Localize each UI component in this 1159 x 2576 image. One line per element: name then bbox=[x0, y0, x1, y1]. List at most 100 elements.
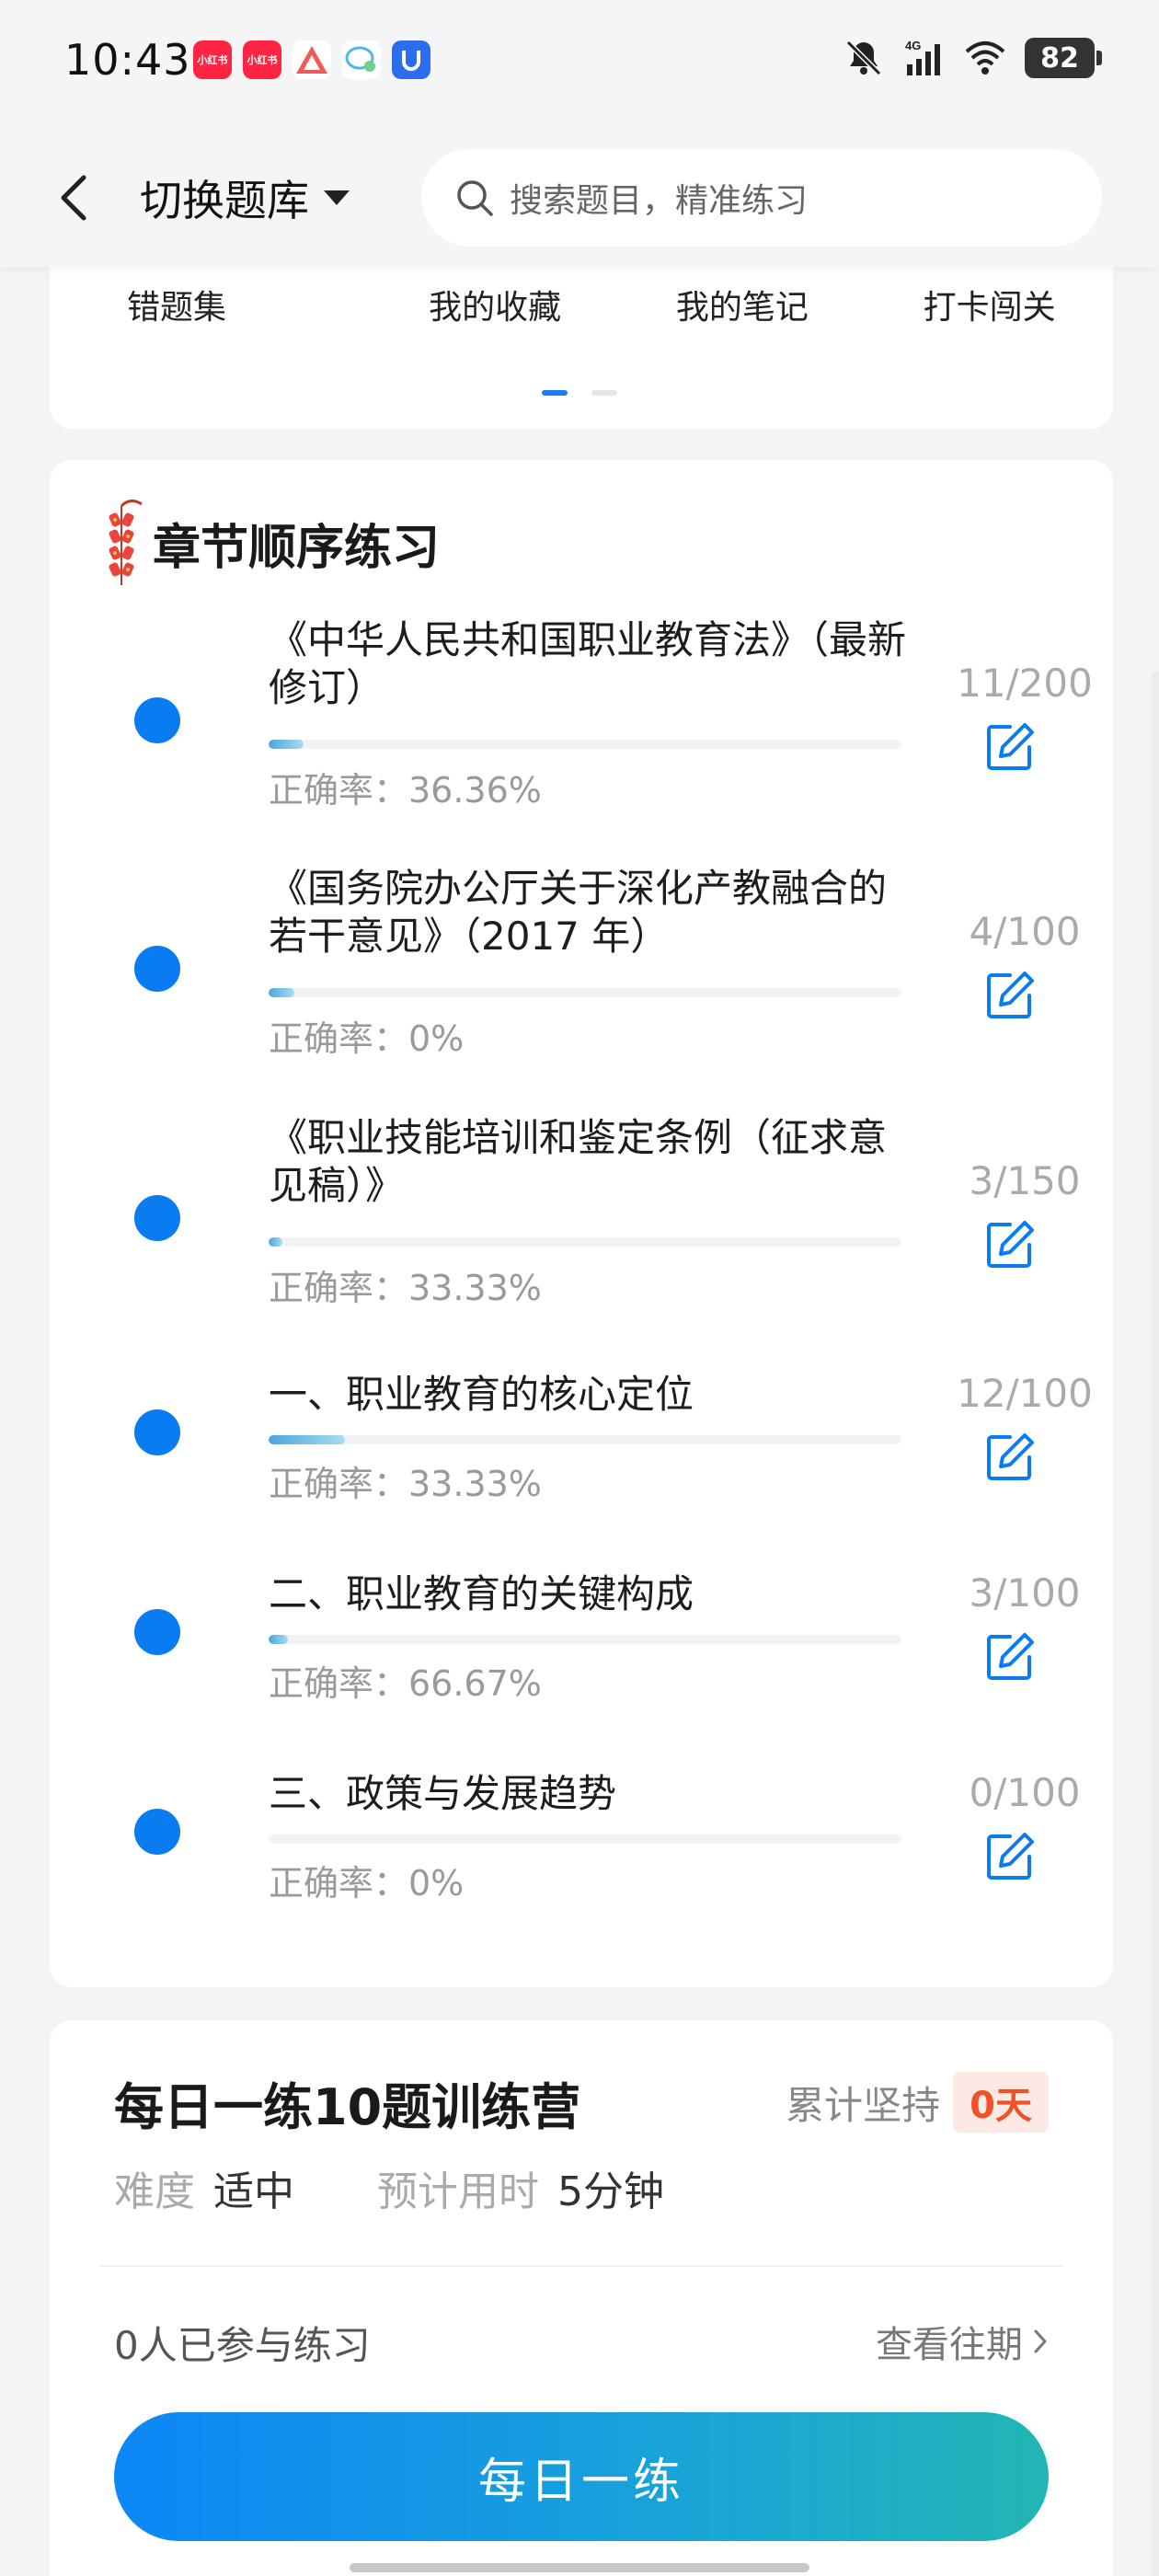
battery-indicator: 82 bbox=[1025, 38, 1102, 78]
progress-fill bbox=[269, 740, 304, 749]
shortcut-row: 错题集 我的收藏 我的笔记 打卡闯关 bbox=[50, 281, 1113, 328]
edit-icon[interactable] bbox=[982, 1430, 1038, 1485]
chapter-item[interactable]: 《中华人民共和国职业教育法》（最新修订） 正确率：36.36% 11/200 bbox=[50, 616, 1113, 828]
page-indicator bbox=[542, 390, 617, 396]
chapter-bullet bbox=[134, 1809, 180, 1855]
firecracker-icon bbox=[109, 500, 143, 585]
chapter-item[interactable]: 二、职业教育的关键构成 正确率：66.67% 3/100 bbox=[50, 1570, 1113, 1727]
top-nav-bar: 切换题库 搜索题目，精准练习 bbox=[0, 129, 1159, 267]
chapter-title: 一、职业教育的核心定位 bbox=[269, 1372, 694, 1417]
time-value: 5分钟 bbox=[557, 2168, 664, 2215]
chapter-item[interactable]: 三、政策与发展趋势 正确率：0% 0/100 bbox=[50, 1770, 1113, 1926]
chapter-bullet bbox=[134, 946, 180, 992]
system-indicators: 4G 82 bbox=[843, 37, 1102, 79]
participants-count: 0人已参与练习 bbox=[114, 2323, 371, 2368]
daily-meta: 难度 适中 预计用时 5分钟 bbox=[114, 2158, 747, 2217]
chapter-bullet bbox=[134, 697, 180, 743]
switch-bank-dropdown[interactable]: 切换题库 bbox=[140, 166, 351, 230]
status-bar: 10:43 小红书 小红书 4G 82 bbox=[0, 0, 1159, 129]
page-dot-active bbox=[542, 390, 568, 396]
bell-mute-icon bbox=[845, 40, 882, 76]
scrollbar[interactable] bbox=[1152, 672, 1159, 2576]
progress-fill bbox=[269, 1635, 288, 1644]
chapter-title: 《中华人民共和国职业教育法》（最新修订） bbox=[269, 617, 907, 710]
section-header: 章节顺序练习 bbox=[103, 497, 440, 589]
shortcut-checkin[interactable]: 打卡闯关 bbox=[866, 281, 1113, 328]
section-title: 章节顺序练习 bbox=[153, 520, 441, 576]
time-label: 预计用时 bbox=[377, 2168, 539, 2215]
xiaohongshu-app-icon: 小红书 bbox=[193, 40, 232, 79]
progress-count: 11/200 bbox=[957, 661, 1093, 706]
chapter-item[interactable]: 《职业技能培训和鉴定条例（征求意见稿）》 正确率：33.33% 3/150 bbox=[50, 1114, 1113, 1326]
progress-bar bbox=[269, 1635, 901, 1644]
search-placeholder: 搜索题目，精准练习 bbox=[510, 182, 809, 220]
progress-bar bbox=[269, 988, 901, 997]
chapter-bullet bbox=[134, 1409, 180, 1455]
difficulty-label: 难度 bbox=[114, 2168, 195, 2215]
chapter-title: 《国务院办公厅关于深化产教融合的若干意见》（2017 年） bbox=[269, 866, 888, 959]
shortcut-notes[interactable]: 我的笔记 bbox=[619, 281, 866, 328]
svg-text:4G: 4G bbox=[905, 39, 921, 52]
progress-bar bbox=[269, 740, 901, 749]
progress-count: 4/100 bbox=[969, 909, 1081, 954]
view-history-label: 查看往期 bbox=[876, 2324, 1023, 2366]
switch-bank-label: 切换题库 bbox=[140, 176, 309, 225]
chapter-practice-card: 章节顺序练习 《中华人民共和国职业教育法》（最新修订） 正确率：36.36% 1… bbox=[50, 460, 1113, 1987]
accuracy-text: 正确率：36.36% bbox=[269, 770, 542, 811]
daily-title: 每日一练10题训练营 bbox=[114, 2078, 581, 2136]
progress-bar bbox=[269, 1834, 901, 1844]
chapter-title: 《职业技能培训和鉴定条例（征求意见稿）》 bbox=[269, 1115, 888, 1208]
edit-icon[interactable] bbox=[982, 1629, 1038, 1685]
chapter-item[interactable]: 《国务院办公厅关于深化产教融合的若干意见》（2017 年） 正确率：0% 4/1… bbox=[50, 865, 1113, 1076]
search-icon bbox=[457, 180, 493, 216]
streak-badge: 0天 bbox=[953, 2072, 1049, 2133]
divider bbox=[99, 2265, 1063, 2267]
accuracy-text: 正确率：0% bbox=[269, 1863, 465, 1903]
daily-practice-button[interactable]: 每日一练 bbox=[114, 2412, 1049, 2541]
u-app-icon bbox=[392, 40, 430, 79]
notification-app-icons: 小红书 小红书 bbox=[193, 40, 430, 79]
accuracy-text: 正确率：66.67% bbox=[269, 1663, 542, 1704]
progress-fill bbox=[269, 988, 294, 997]
accuracy-text: 正确率：0% bbox=[269, 1018, 465, 1059]
search-input[interactable]: 搜索题目，精准练习 bbox=[421, 149, 1102, 247]
accuracy-text: 正确率：33.33% bbox=[269, 1268, 542, 1308]
chapter-title: 三、政策与发展趋势 bbox=[269, 1771, 617, 1816]
edit-icon[interactable] bbox=[982, 968, 1038, 1023]
progress-count: 0/100 bbox=[969, 1770, 1081, 1815]
chevron-right-icon bbox=[1034, 2329, 1047, 2353]
difficulty-value: 适中 bbox=[213, 2168, 294, 2215]
wifi-icon bbox=[965, 41, 1005, 75]
clock: 10:43 bbox=[64, 35, 191, 85]
shortcut-favorites[interactable]: 我的收藏 bbox=[372, 281, 619, 328]
streak-indicator: 累计坚持 0天 bbox=[786, 2072, 1049, 2133]
chat-app-icon bbox=[342, 40, 381, 79]
chapter-bullet bbox=[134, 1609, 180, 1655]
chapter-item[interactable]: 一、职业教育的核心定位 正确率：33.33% 12/100 bbox=[50, 1371, 1113, 1527]
daily-practice-card: 每日一练10题训练营 累计坚持 0天 难度 适中 预计用时 5分钟 0人已参与练… bbox=[50, 2020, 1113, 2576]
progress-count: 3/100 bbox=[969, 1570, 1081, 1616]
accuracy-text: 正确率：33.33% bbox=[269, 1464, 542, 1504]
back-button[interactable] bbox=[46, 166, 101, 230]
progress-fill bbox=[269, 1237, 283, 1247]
xiaohongshu-app-icon: 小红书 bbox=[243, 40, 281, 79]
edit-icon[interactable] bbox=[982, 1217, 1038, 1272]
cellular-signal-icon: 4G bbox=[905, 39, 940, 75]
chevron-left-icon bbox=[61, 175, 86, 221]
streak-label: 累计坚持 bbox=[786, 2082, 941, 2128]
caret-down-icon bbox=[324, 190, 350, 205]
progress-bar bbox=[269, 1435, 901, 1444]
progress-count: 3/150 bbox=[969, 1158, 1081, 1203]
progress-fill bbox=[269, 1435, 345, 1444]
edit-icon[interactable] bbox=[982, 719, 1038, 775]
chapter-title: 二、职业教育的关键构成 bbox=[269, 1571, 694, 1616]
shortcut-wrong-questions[interactable]: 错题集 bbox=[127, 281, 372, 328]
view-history-link[interactable]: 查看往期 bbox=[876, 2315, 1049, 2368]
home-indicator[interactable] bbox=[350, 2563, 809, 2572]
triangle-app-icon bbox=[293, 40, 331, 79]
edit-icon[interactable] bbox=[982, 1829, 1038, 1884]
progress-count: 12/100 bbox=[957, 1371, 1093, 1416]
chapter-bullet bbox=[134, 1195, 180, 1241]
progress-bar bbox=[269, 1237, 901, 1247]
page-dot bbox=[591, 390, 617, 396]
